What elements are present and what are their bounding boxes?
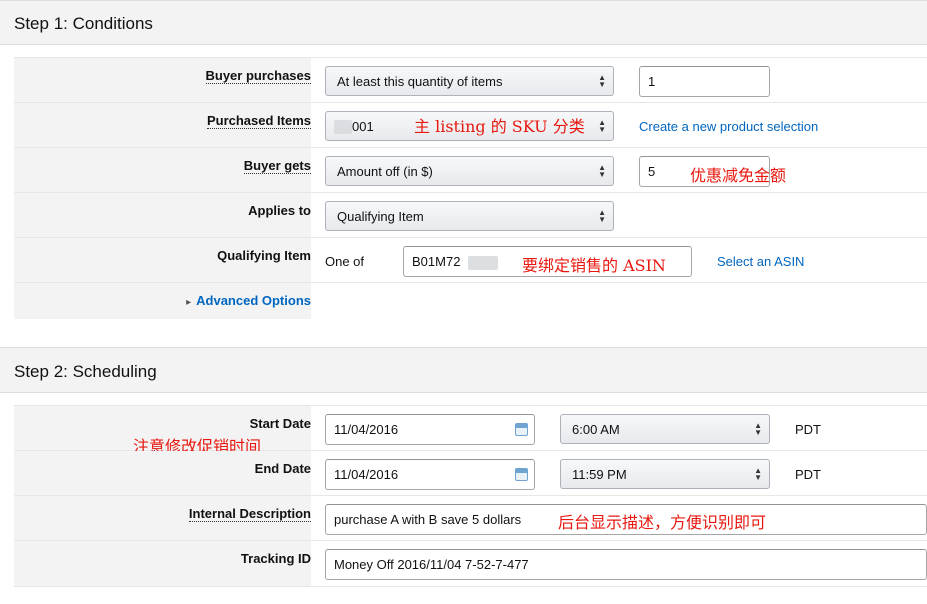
step2-header: Step 2: Scheduling [0, 347, 927, 393]
buyer-gets-label: Buyer gets [243, 158, 311, 174]
buyer-purchases-select-value: At least this quantity of items [337, 74, 503, 89]
description-annotation: 后台显示描述，方便识别即可 [558, 513, 767, 532]
select-arrows-icon: ▲ ▼ [754, 421, 762, 437]
end-date-input[interactable]: 11/04/2016 [325, 459, 535, 490]
row-qualifying-item: Qualifying Item One of B01M72 要绑定销售的 ASI… [14, 238, 927, 283]
calendar-icon[interactable] [515, 468, 528, 481]
end-time-select[interactable]: 11:59 PM ▲ ▼ [560, 459, 770, 489]
row-end-date: End Date 11/04/2016 11:59 PM ▲ ▼ PDT [14, 451, 927, 496]
step2-title: Step 2: Scheduling [14, 362, 157, 381]
redacted-blur [468, 256, 498, 270]
end-timezone: PDT [795, 467, 821, 482]
select-arrows-icon: ▲ ▼ [754, 466, 762, 482]
row-applies-to: Applies to Qualifying Item ▲ ▼ [14, 193, 927, 238]
start-date-label: Start Date [249, 416, 311, 431]
internal-description-label: Internal Description [188, 506, 311, 522]
tracking-id-input[interactable]: Money Off 2016/11/04 7-52-7-477 [325, 549, 927, 580]
applies-to-select-value: Qualifying Item [337, 209, 424, 224]
expand-arrow-icon: ▸ [186, 297, 192, 308]
conditions-panel: Buyer purchases At least this quantity o… [14, 57, 927, 319]
row-advanced-options: ▸ Advanced Options [14, 283, 927, 319]
buyer-gets-select[interactable]: Amount off (in $) ▲ ▼ [325, 156, 614, 186]
advanced-options-link[interactable]: ▸ Advanced Options [186, 293, 311, 308]
row-purchased-items: Purchased Items 001 ▲ ▼ 主 listing 的 SKU 分… [14, 103, 927, 148]
purchased-items-label: Purchased Items [206, 113, 311, 129]
row-internal-description: Internal Description purchase A with B s… [14, 496, 927, 541]
qualifying-item-label: Qualifying Item [217, 248, 311, 263]
end-date-label: End Date [254, 461, 311, 476]
row-buyer-purchases: Buyer purchases At least this quantity o… [14, 58, 927, 103]
select-arrows-icon: ▲ ▼ [598, 73, 606, 89]
start-timezone: PDT [795, 422, 821, 437]
row-buyer-gets: Buyer gets Amount off (in $) ▲ ▼ 5 优惠减免金额 [14, 148, 927, 193]
buyer-gets-select-value: Amount off (in $) [337, 164, 433, 179]
applies-to-select[interactable]: Qualifying Item ▲ ▼ [325, 201, 614, 231]
quantity-input[interactable]: 1 [639, 66, 770, 97]
applies-to-label: Applies to [248, 203, 311, 218]
asin-value: B01M72 [412, 254, 461, 269]
start-date-value: 11/04/2016 [334, 422, 399, 437]
advanced-options-label: Advanced Options [196, 293, 311, 308]
select-arrows-icon: ▲ ▼ [598, 163, 606, 179]
select-asin-link[interactable]: Select an ASIN [717, 254, 804, 269]
step1-header: Step 1: Conditions [0, 0, 927, 45]
start-date-input[interactable]: 11/04/2016 [325, 414, 535, 445]
create-product-selection-link[interactable]: Create a new product selection [639, 119, 818, 134]
sku-annotation: 主 listing 的 SKU 分类 [414, 117, 585, 136]
scheduling-panel: Start Date 注意修改促销时间 11/04/2016 6:00 AM ▲… [14, 405, 927, 587]
amount-value: 5 [648, 164, 656, 179]
select-arrows-icon: ▲ ▼ [598, 208, 606, 224]
buyer-purchases-select[interactable]: At least this quantity of items ▲ ▼ [325, 66, 614, 96]
one-of-text: One of [325, 254, 365, 269]
redacted-blur [334, 120, 352, 134]
tracking-id-label: Tracking ID [240, 551, 311, 566]
asin-annotation: 要绑定销售的 ASIN [522, 256, 666, 275]
start-time-select[interactable]: 6:00 AM ▲ ▼ [560, 414, 770, 444]
step1-title: Step 1: Conditions [14, 14, 153, 33]
amount-annotation: 优惠减免金额 [690, 166, 787, 185]
end-date-value: 11/04/2016 [334, 467, 399, 482]
start-time-value: 6:00 AM [572, 422, 620, 437]
end-time-value: 11:59 PM [572, 467, 627, 482]
row-start-date: Start Date 注意修改促销时间 11/04/2016 6:00 AM ▲… [14, 406, 927, 456]
calendar-icon[interactable] [515, 423, 528, 436]
purchased-items-select-value: 001 [352, 119, 374, 134]
buyer-purchases-label: Buyer purchases [205, 68, 311, 84]
select-arrows-icon: ▲ ▼ [598, 118, 606, 134]
row-tracking-id: Tracking ID Money Off 2016/11/04 7-52-7-… [14, 541, 927, 586]
